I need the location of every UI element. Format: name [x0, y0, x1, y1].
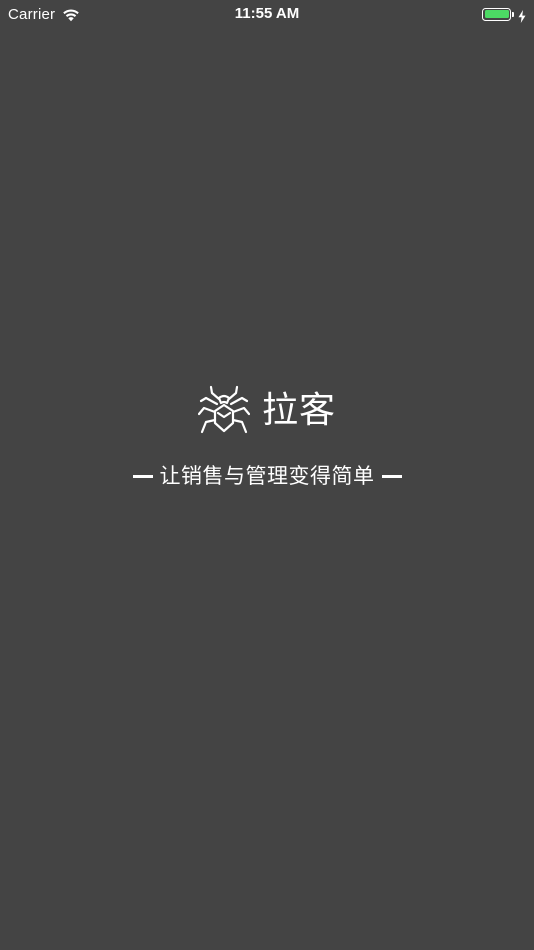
- app-name: 拉客: [261, 390, 336, 431]
- splash-screen: Carrier 11:55 AM 拉客 让销售与管理变得简单: [0, 0, 534, 950]
- tagline-row: 让销售与管理变得简单: [0, 461, 534, 491]
- battery-fill: [484, 10, 509, 18]
- logo-row: 拉客: [0, 385, 534, 437]
- tagline-dash-right: [381, 474, 402, 478]
- tagline-dash-left: [132, 474, 153, 478]
- tagline: 让销售与管理变得简单: [159, 464, 375, 488]
- battery-icon: [482, 7, 511, 21]
- battery-group: [482, 6, 526, 23]
- charging-bolt-icon: [518, 8, 526, 23]
- status-time: 11:55 AM: [234, 5, 300, 22]
- battery-tip: [512, 11, 514, 17]
- spider-icon: [197, 385, 251, 437]
- status-bar: Carrier 11:55 AM: [0, 0, 534, 28]
